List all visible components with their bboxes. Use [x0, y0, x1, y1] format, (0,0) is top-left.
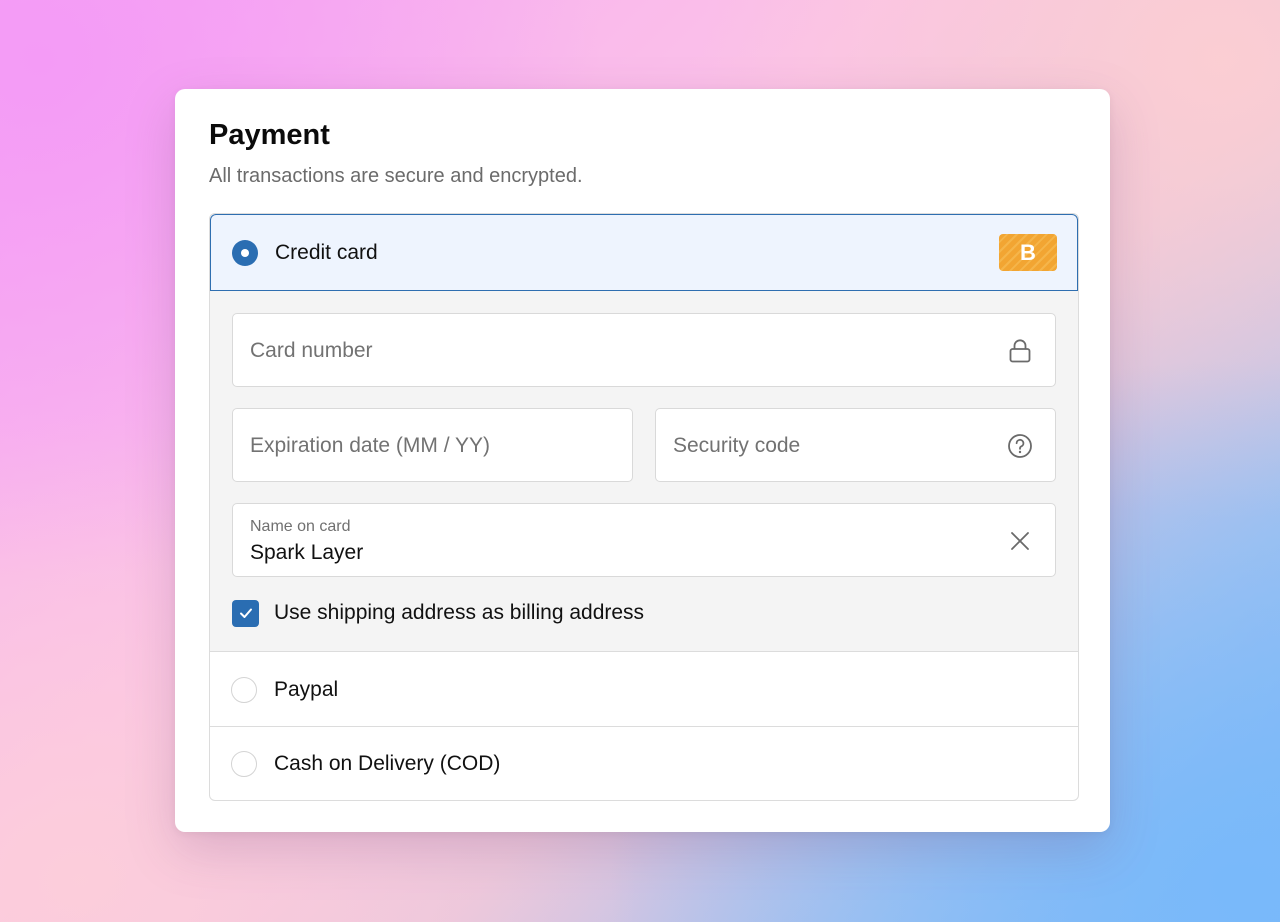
- credit-card-label: Credit card: [275, 240, 378, 264]
- security-code-placeholder: Security code: [673, 434, 801, 457]
- cod-label: Cash on Delivery (COD): [274, 751, 501, 775]
- help-circle-icon[interactable]: [1007, 433, 1033, 459]
- credit-card-radio[interactable]: [232, 239, 258, 266]
- name-on-card-label: Name on card: [250, 518, 351, 535]
- card-number-field[interactable]: Card number: [232, 313, 1056, 387]
- name-on-card-field[interactable]: Name on card Spark Layer: [232, 503, 1056, 577]
- cod-radio[interactable]: [231, 750, 257, 777]
- payment-methods: Credit card B Card number Expiration dat…: [209, 213, 1079, 801]
- billing-address-label: Use shipping address as billing address: [274, 601, 645, 624]
- check-icon: [239, 608, 252, 618]
- name-on-card-value: Spark Layer: [250, 541, 364, 564]
- page-subtitle: All transactions are secure and encrypte…: [209, 165, 583, 187]
- close-icon[interactable]: [1007, 528, 1033, 554]
- payment-card: Payment All transactions are secure and …: [175, 89, 1110, 832]
- lock-icon: [1007, 338, 1033, 364]
- expiration-date-field[interactable]: Expiration date (MM / YY): [232, 408, 633, 482]
- billing-address-checkbox-row[interactable]: Use shipping address as billing address: [232, 598, 644, 628]
- card-number-placeholder: Card number: [250, 339, 373, 362]
- paypal-option[interactable]: Paypal: [210, 652, 1078, 727]
- credit-card-form: Card number Expiration date (MM / YY) Se…: [210, 291, 1078, 652]
- paypal-radio[interactable]: [231, 676, 257, 703]
- card-brand-badge: B: [999, 234, 1057, 271]
- paypal-label: Paypal: [274, 677, 339, 701]
- security-code-field[interactable]: Security code: [655, 408, 1056, 482]
- cod-option[interactable]: Cash on Delivery (COD): [210, 727, 1078, 800]
- billing-address-checkbox[interactable]: [232, 599, 259, 627]
- credit-card-option[interactable]: Credit card B: [210, 214, 1078, 291]
- expiration-date-placeholder: Expiration date (MM / YY): [250, 434, 491, 457]
- page-title: Payment: [209, 119, 330, 151]
